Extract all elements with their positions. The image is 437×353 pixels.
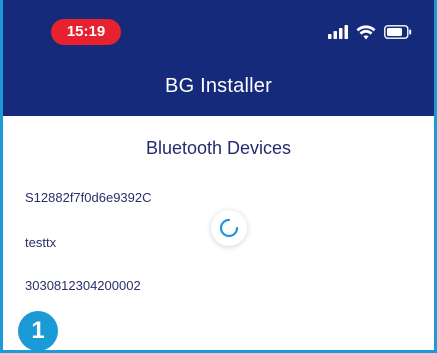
- step-number-badge: 1: [18, 311, 58, 350]
- phone-screen: 15:19 BG Installer Bluetooth Devices S12…: [0, 0, 437, 353]
- device-list-item[interactable]: S12882f7f0d6e9392C: [25, 189, 152, 207]
- app-title: BG Installer: [165, 75, 272, 97]
- spinner-icon: [219, 218, 239, 238]
- app-header: 15:19 BG Installer: [3, 0, 434, 116]
- device-list-item[interactable]: 3030812304200002: [25, 277, 141, 295]
- loading-spinner: [211, 210, 247, 246]
- signal-icon: [328, 25, 348, 39]
- status-time: 15:19: [51, 19, 121, 45]
- device-list-item[interactable]: testtx: [25, 234, 56, 252]
- status-icons: [328, 22, 412, 42]
- wifi-icon: [356, 24, 376, 40]
- status-bar: 15:19: [3, 0, 434, 64]
- battery-icon: [384, 25, 412, 39]
- device-list-screen: Bluetooth Devices S12882f7f0d6e9392C tes…: [3, 116, 434, 350]
- section-title: Bluetooth Devices: [145, 138, 292, 158]
